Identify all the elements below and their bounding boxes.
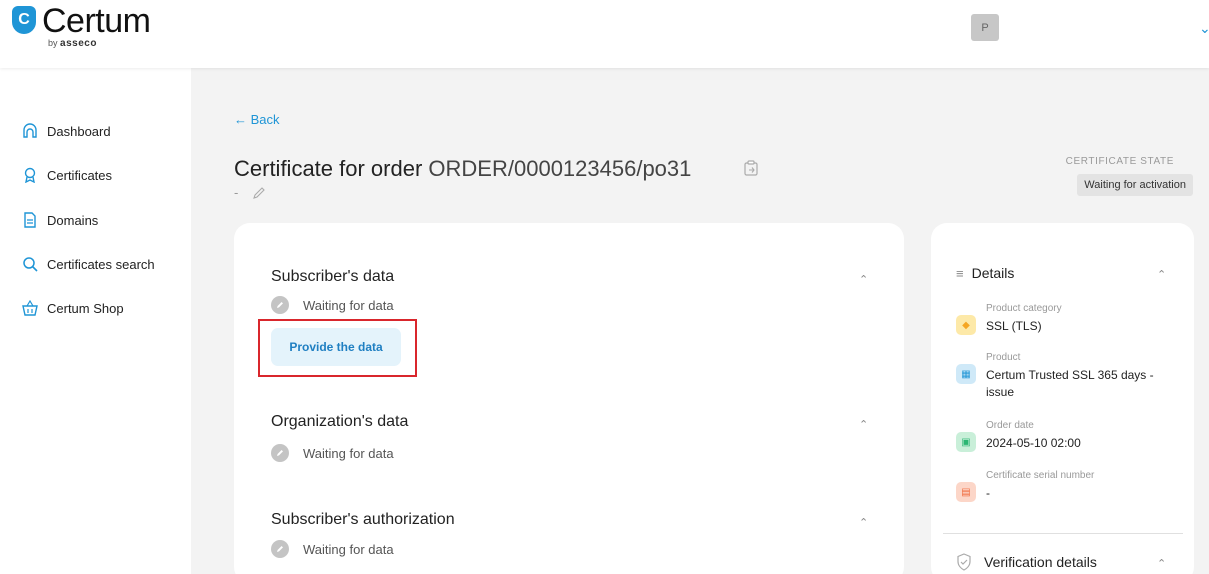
detail-label: Product <box>986 352 1021 363</box>
detail-label: Certificate serial number <box>986 470 1095 481</box>
subtitle-value: - <box>234 185 239 200</box>
chevron-down-icon[interactable]: ⌄ <box>1199 20 1209 37</box>
sidebar-item-certum-shop[interactable]: Certum Shop <box>22 300 124 316</box>
brand-by: by <box>48 38 58 48</box>
certum-logo[interactable]: C Certum <box>12 2 151 40</box>
sidebar-item-label: Certificates search <box>47 256 155 272</box>
certificate-icon <box>24 167 36 183</box>
detail-certificate-serial-number: ▤ Certificate serial number - <box>956 470 1176 502</box>
pencil-icon <box>271 296 289 314</box>
detail-label: Product category <box>986 303 1062 314</box>
brand-subtitle: by asseco <box>48 38 97 49</box>
detail-order-date: ▣ Order date 2024-05-10 02:00 <box>956 420 1176 452</box>
organizations-data-status: Waiting for data <box>271 444 394 462</box>
pencil-icon[interactable] <box>252 186 266 200</box>
main-content: ← Back Certificate for order ORDER/00001… <box>191 68 1209 574</box>
top-bar: C Certum by asseco P ⌄ <box>0 0 1209 68</box>
order-number: ORDER/0000123456/po31 <box>428 156 692 181</box>
details-title: Details <box>971 265 1015 281</box>
sidebar-item-label: Domains <box>47 212 99 228</box>
shield-icon <box>957 553 971 571</box>
order-progress-card: Subscriber's data ⌃ Waiting for data Pro… <box>234 223 904 574</box>
verification-title: Verification details <box>984 554 1097 570</box>
detail-value: SSL (TLS) <box>986 319 1042 333</box>
copy-icon[interactable] <box>744 160 758 176</box>
detail-product-category: ◆ Product category SSL (TLS) <box>956 303 1176 335</box>
order-subtitle: - <box>234 185 266 200</box>
certificate-state-label: CERTIFICATE STATE <box>1065 156 1174 167</box>
home-icon <box>23 123 37 138</box>
status-badge: Waiting for activation <box>1077 174 1193 196</box>
detail-label: Order date <box>986 420 1034 431</box>
divider <box>943 533 1183 534</box>
chevron-up-icon[interactable]: ⌃ <box>1157 268 1166 281</box>
section-organizations-data-title: Organization's data <box>271 413 409 430</box>
section-subscribers-authorization-title: Subscriber's authorization <box>271 511 455 528</box>
sidebar-item-domains[interactable]: Domains <box>22 212 98 228</box>
sidebar-item-certificates[interactable]: Certificates <box>22 167 112 183</box>
verification-details-header[interactable]: Verification details <box>956 553 1097 571</box>
detail-value: 2024-05-10 02:00 <box>986 436 1081 450</box>
detail-value: Certum Trusted SSL 365 days - issue <box>986 368 1154 399</box>
status-text: Waiting for data <box>303 297 394 313</box>
search-icon <box>23 257 38 272</box>
section-subscribers-data-title: Subscriber's data <box>271 268 395 285</box>
sidebar-item-dashboard[interactable]: Dashboard <box>22 123 111 139</box>
detail-value: - <box>986 486 990 500</box>
highlight-box <box>258 319 417 377</box>
details-card: ≡ Details ⌃ ◆ Product category SSL (TLS)… <box>931 223 1194 574</box>
brand-name: Certum <box>42 2 151 40</box>
page-title: Certificate for order ORDER/0000123456/p… <box>234 156 691 182</box>
serial-icon: ▤ <box>956 482 976 502</box>
sidebar-item-certificates-search[interactable]: Certificates search <box>22 256 155 272</box>
title-prefix: Certificate for order <box>234 156 423 181</box>
sidebar-item-label: Certum Shop <box>47 300 124 316</box>
sidebar: Dashboard Certificates Domains Certifica… <box>0 68 191 574</box>
sidebar-item-label: Certificates <box>47 167 113 183</box>
calendar-icon: ▣ <box>956 432 976 452</box>
chevron-up-icon[interactable]: ⌃ <box>1157 557 1166 570</box>
subscribers-authorization-status: Waiting for data <box>271 540 394 558</box>
details-header: ≡ Details <box>956 265 1014 281</box>
basket-icon <box>22 300 38 316</box>
document-icon <box>24 212 36 228</box>
subscribers-data-status: Waiting for data <box>271 296 394 314</box>
chevron-up-icon[interactable]: ⌃ <box>859 273 868 286</box>
status-text: Waiting for data <box>303 541 394 557</box>
status-text: Waiting for data <box>303 445 394 461</box>
box-icon: ▦ <box>956 364 976 384</box>
sidebar-item-label: Dashboard <box>47 123 111 139</box>
brand-company: asseco <box>60 38 97 49</box>
chevron-up-icon[interactable]: ⌃ <box>859 418 868 431</box>
list-icon: ≡ <box>956 265 964 281</box>
tag-icon: ◆ <box>956 315 976 335</box>
pencil-icon <box>271 444 289 462</box>
back-link[interactable]: ← Back <box>234 112 280 127</box>
detail-product: ▦ Product Certum Trusted SSL 365 days - … <box>956 352 1176 401</box>
pencil-icon <box>271 540 289 558</box>
certum-logo-icon: C <box>12 6 36 34</box>
chevron-up-icon[interactable]: ⌃ <box>859 516 868 529</box>
avatar[interactable]: P <box>971 14 999 41</box>
